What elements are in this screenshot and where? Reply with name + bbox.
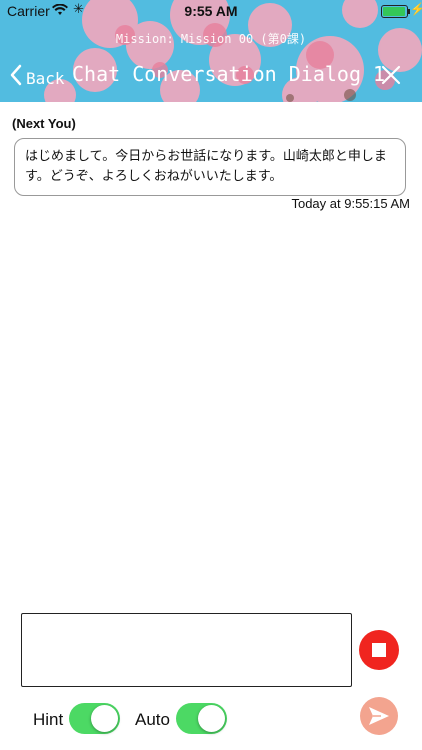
- chevron-left-icon: [10, 64, 22, 92]
- stop-icon: [372, 643, 386, 657]
- hint-toggle-knob: [91, 705, 118, 732]
- message-speaker: (Next You): [12, 116, 76, 131]
- battery-icon: [381, 5, 410, 18]
- status-time: 9:55 AM: [184, 3, 238, 19]
- back-label: Back: [26, 68, 65, 88]
- auto-label: Auto: [135, 710, 170, 729]
- hint-toggle[interactable]: [69, 703, 120, 734]
- close-button[interactable]: [380, 64, 402, 91]
- status-bar: Carrier ✳ 9:55 AM ⚡: [0, 0, 422, 22]
- auto-toggle[interactable]: [176, 703, 227, 734]
- page-title: Chat Conversation Dialog 1: [72, 62, 386, 86]
- message-input[interactable]: [21, 613, 352, 687]
- charging-icon: ⚡: [410, 2, 422, 16]
- mission-subtitle: Mission: Mission 00 (第0課): [115, 32, 307, 46]
- hint-label: Hint: [33, 710, 64, 729]
- stop-button[interactable]: [359, 630, 399, 670]
- send-button[interactable]: [360, 697, 398, 735]
- close-icon: [381, 65, 401, 85]
- message-timestamp: Today at 9:55:15 AM: [291, 196, 410, 211]
- message-bubble: はじめまして。今日からお世話になります。山崎太郎と申します。どうぞ、よろしくおね…: [14, 138, 406, 196]
- back-button[interactable]: Back: [10, 64, 65, 92]
- send-icon: [369, 707, 389, 725]
- auto-toggle-knob: [198, 705, 225, 732]
- header: Carrier ✳ 9:55 AM ⚡ Mission: Mission 00 …: [0, 0, 422, 102]
